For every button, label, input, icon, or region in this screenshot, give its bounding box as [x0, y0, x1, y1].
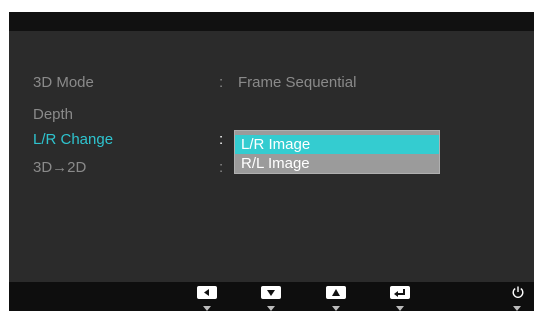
menu-row-separator: :: [219, 74, 224, 91]
menu-row-label: 3D Mode: [33, 74, 94, 91]
up-arrow-icon[interactable]: [326, 286, 346, 299]
menu-row-value: Frame Sequential: [238, 74, 357, 91]
power-button-tick: [513, 306, 521, 311]
osd-menu: 3D Mode : Frame Sequential Depth L/R Cha…: [9, 12, 534, 311]
power-icon[interactable]: [511, 285, 525, 299]
osd-header-bar: [9, 12, 534, 31]
dropdown-option-rl-image[interactable]: R/L Image: [235, 154, 439, 173]
dropdown-option-lr-image[interactable]: L/R Image: [235, 135, 439, 154]
down-arrow-icon[interactable]: [261, 286, 281, 299]
enter-icon[interactable]: [390, 286, 410, 299]
enter-button-tick: [396, 306, 404, 311]
osd-footer-bar: [9, 282, 534, 311]
up-button-tick: [332, 306, 340, 311]
menu-row-label: 3D→2D: [33, 159, 87, 176]
lr-change-dropdown[interactable]: L/R Image R/L Image: [234, 130, 440, 174]
menu-row-separator: :: [219, 159, 224, 176]
menu-row-separator: :: [219, 131, 224, 148]
left-button-tick: [203, 306, 211, 311]
menu-row-label: L/R Change: [33, 131, 114, 148]
left-arrow-icon[interactable]: [197, 286, 217, 299]
menu-row-label: Depth: [33, 106, 74, 123]
down-button-tick: [267, 306, 275, 311]
